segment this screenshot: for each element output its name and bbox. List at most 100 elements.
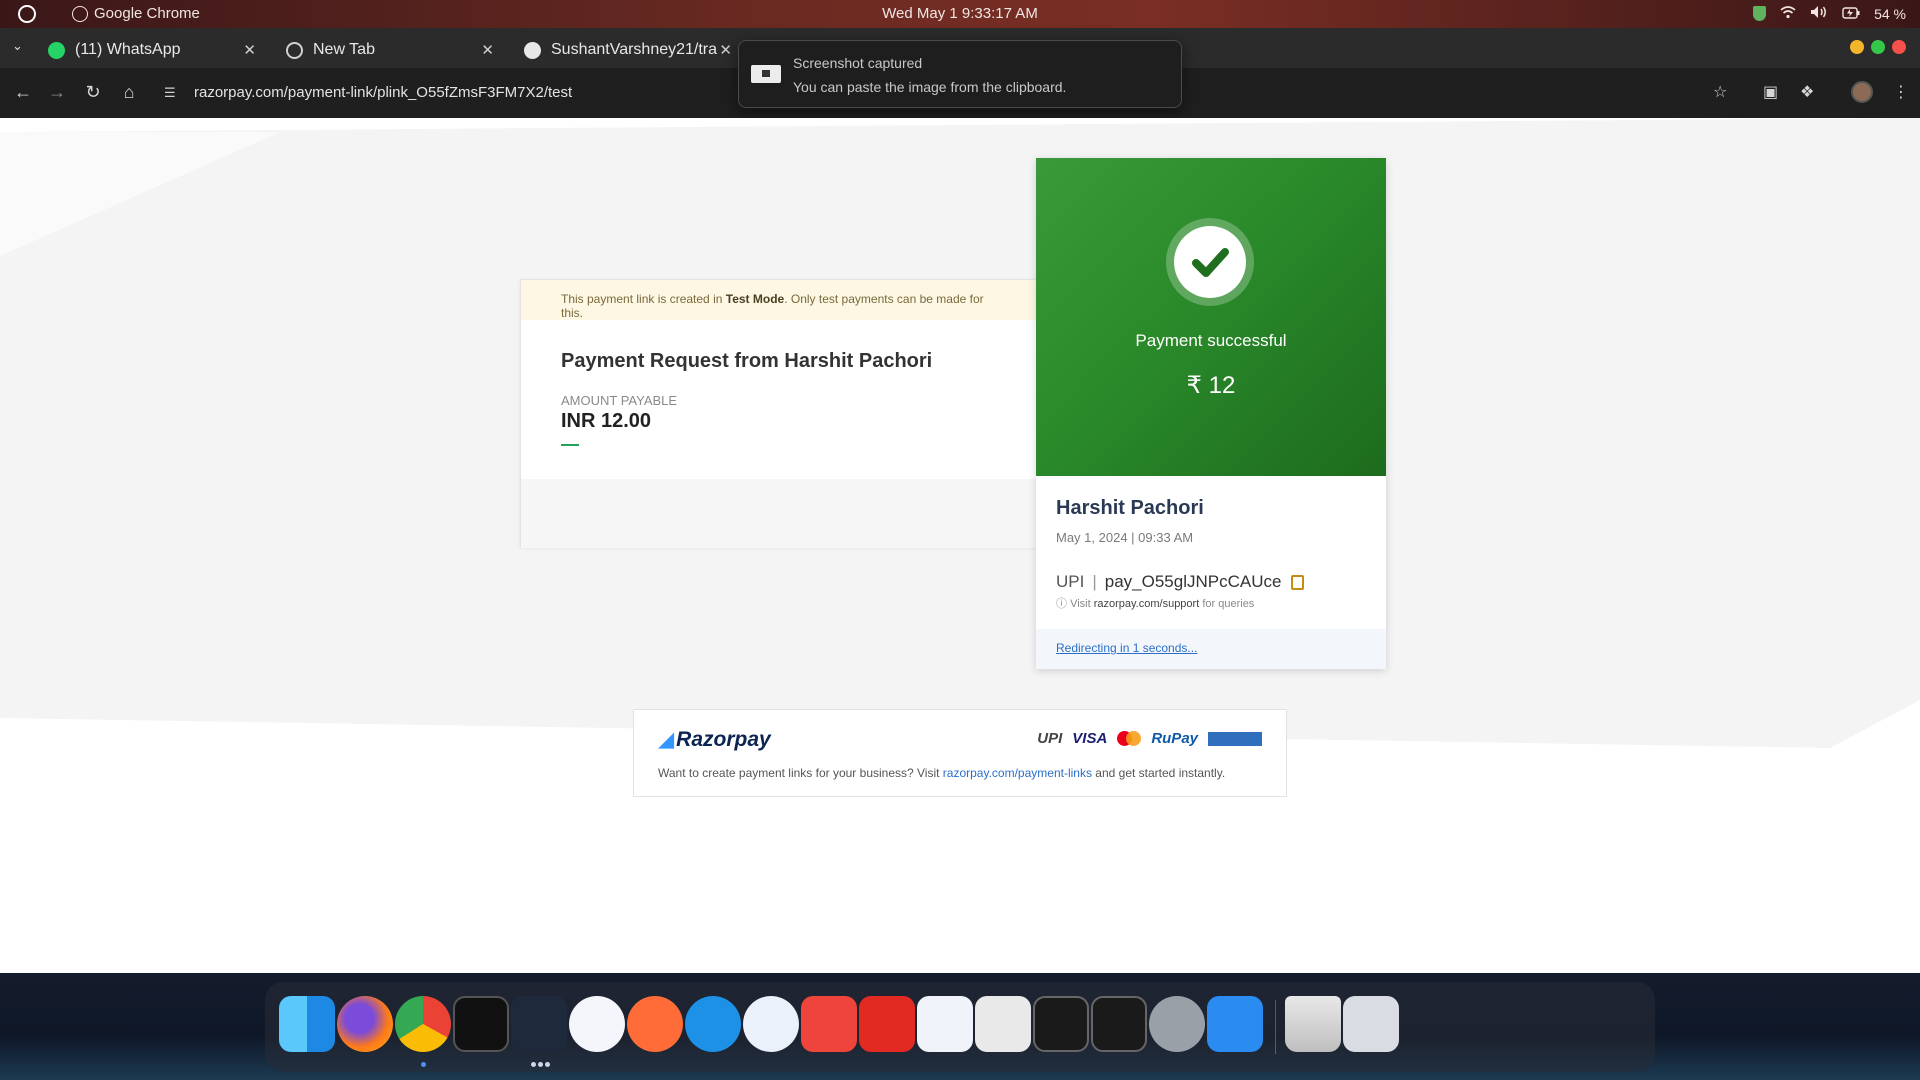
security-shield-icon[interactable] [1753,6,1767,21]
vscode-icon[interactable] [511,996,567,1052]
payment-method-row: UPI | pay_O55glJNPcCAUce [1056,572,1305,592]
profile-avatar[interactable] [1851,81,1873,103]
url-text[interactable]: razorpay.com/payment-link/plink_O55fZmsF… [194,84,572,101]
acrobat-icon[interactable] [859,996,915,1052]
copy-icon[interactable] [1291,574,1305,590]
document-viewer-icon[interactable] [917,996,973,1052]
activity-monitor-icon[interactable] [1033,996,1089,1052]
github-icon [524,41,541,59]
close-window-button[interactable] [1892,40,1906,54]
launchpad-icon[interactable] [1343,996,1399,1052]
forward-arrow-icon[interactable]: → [46,82,68,103]
redirect-bar: Redirecting in 1 seconds... [1036,629,1386,669]
whatsapp-icon [48,41,65,59]
payment-method: UPI [1056,572,1085,591]
card-footer [521,479,1037,548]
system-top-bar: Google Chrome Wed May 1 9:33:17 AM 54 % [0,0,1920,28]
more-menu-icon[interactable]: ⋮ [1893,82,1909,102]
tab-whatsapp[interactable]: (11) WhatsApp ✕ [36,32,266,68]
payment-links-link[interactable]: razorpay.com/payment-links [943,766,1092,780]
text-editor-icon[interactable] [975,996,1031,1052]
support-link[interactable]: razorpay.com/support [1094,598,1200,610]
test-notice-prefix: This payment link is created in [561,292,726,306]
success-check-icon [1166,218,1254,306]
trash-icon[interactable] [1285,996,1341,1052]
docker-icon[interactable] [685,996,741,1052]
payment-date: May 1, 2024 | 09:33 AM [1056,530,1194,545]
media-control-icon[interactable]: ▣ [1763,82,1778,102]
netbanking-logo [1208,731,1262,746]
payment-status: Payment successful [1135,331,1287,350]
dock-separator [1275,1000,1276,1054]
support-prefix: Visit [1070,598,1094,610]
active-app-name: Google Chrome [94,5,200,22]
running-indicator [545,1062,550,1067]
redirect-link[interactable]: Redirecting in 1 seconds... [1056,641,1197,655]
tab-title: (11) WhatsApp [75,41,181,58]
tab-github[interactable]: SushantVarshney21/tra ✕ [512,32,742,68]
promo-prefix: Want to create payment links for your bu… [658,766,943,780]
payment-id: pay_O55glJNPcCAUce [1104,572,1282,591]
volume-icon[interactable] [1810,5,1828,22]
support-line: ⓘ Visit razorpay.com/support for queries [1056,595,1254,611]
razorpay-logo-text: Razorpay [676,728,771,751]
payment-request-title: Payment Request from Harshit Pachori [561,350,933,372]
app-store-icon[interactable] [1207,996,1263,1052]
close-tab-icon[interactable]: ✕ [243,41,256,59]
wifi-icon[interactable] [1780,5,1796,22]
test-mode-label: Test Mode [725,292,785,306]
site-info-icon[interactable]: ☰ [164,85,176,101]
page-content: This payment link is created in Test Mod… [0,118,1920,973]
separator: | [1092,572,1097,591]
amount-underline [561,444,579,446]
xcode-icon[interactable] [569,996,625,1052]
back-arrow-icon[interactable]: ← [12,82,34,103]
activities-icon[interactable] [18,5,36,23]
running-indicator [538,1062,543,1067]
thunderbird-icon[interactable] [743,996,799,1052]
razorpay-logo[interactable]: ◢Razorpay [658,727,771,752]
rupay-logo: RuPay [1151,730,1198,747]
terminal-icon[interactable] [453,996,509,1052]
mastercard-logo [1117,731,1142,746]
paid-amount: ₹ 12 [1186,372,1236,399]
extensions-puzzle-icon[interactable]: ❖ [1800,82,1814,102]
battery-percent: 54 % [1874,5,1906,22]
system-clock[interactable]: Wed May 1 9:33:17 AM [0,5,1920,22]
battery-icon[interactable] [1842,6,1860,22]
bookmark-star-icon[interactable]: ☆ [1713,82,1727,102]
running-indicator [421,1062,426,1067]
close-tab-icon[interactable]: ✕ [719,41,732,59]
payment-receipt-card: Payment successful ₹ 12 Harshit Pachori … [1036,158,1386,669]
home-icon[interactable]: ⌂ [118,82,140,103]
anydesk-icon[interactable] [801,996,857,1052]
postman-icon[interactable] [627,996,683,1052]
system-preferences-icon[interactable] [1149,996,1205,1052]
reload-icon[interactable]: ↻ [82,82,104,103]
payment-method-logos: UPI VISA RuPay [1037,730,1262,747]
running-indicator [531,1062,536,1067]
payer-name: Harshit Pachori [1056,497,1204,519]
tab-title: SushantVarshney21/tra [551,41,718,58]
test-mode-banner: This payment link is created in Test Mod… [521,280,1037,320]
tab-search-chevron-icon[interactable]: ⌄ [12,38,23,54]
razorpay-promo-text: Want to create payment links for your bu… [658,766,1225,780]
screenshot-notification[interactable]: Screenshot captured You can paste the im… [738,40,1182,108]
chrome-icon[interactable] [395,996,451,1052]
close-tab-icon[interactable]: ✕ [481,41,494,59]
tab-title: New Tab [313,41,375,58]
minimize-button[interactable] [1850,40,1864,54]
support-suffix: for queries [1199,598,1255,610]
system-tray[interactable]: 54 % [1753,5,1906,22]
screenshot-thumbnail-icon [751,65,781,83]
razorpay-mark-icon: ◢ [658,728,675,751]
visa-logo: VISA [1072,730,1108,747]
tab-new-tab[interactable]: New Tab ✕ [274,32,504,68]
active-app-menu[interactable]: Google Chrome [72,5,200,22]
finder-icon[interactable] [279,996,335,1052]
activity-monitor-2-icon[interactable] [1091,996,1147,1052]
firefox-icon[interactable] [337,996,393,1052]
amount-value: INR 12.00 [561,410,652,432]
maximize-button[interactable] [1871,40,1885,54]
notification-message: You can paste the image from the clipboa… [793,79,1067,95]
